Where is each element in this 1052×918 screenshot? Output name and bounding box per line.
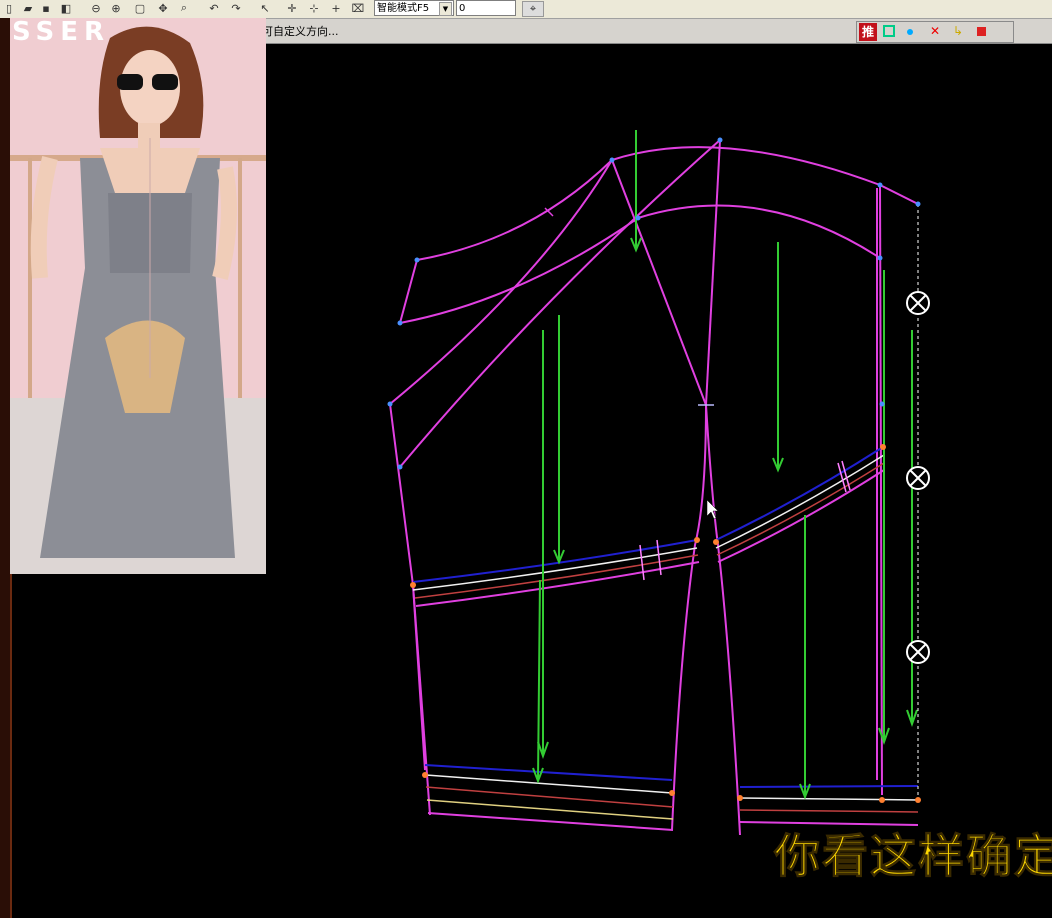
waist-band-lines	[412, 446, 885, 607]
pattern-outline	[389, 139, 919, 836]
seam-points[interactable]	[410, 444, 921, 803]
guide-arrows	[532, 130, 918, 800]
control-points[interactable]	[387, 137, 921, 470]
video-subtitle: 你看这样确定	[774, 829, 1052, 884]
pattern-canvas[interactable]	[0, 0, 1052, 918]
